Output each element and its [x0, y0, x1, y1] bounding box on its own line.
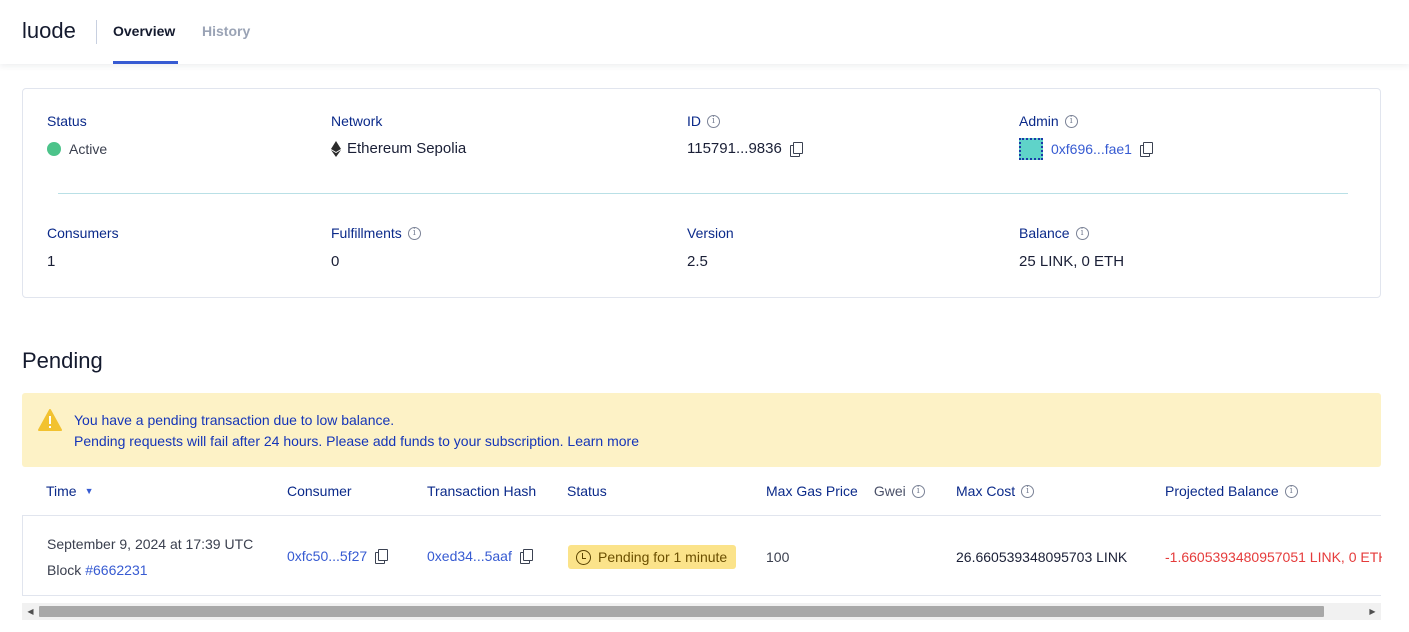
column-header-max-gas-price: Max Gas Price Gwei i: [766, 483, 925, 499]
low-balance-alert: You have a pending transaction due to lo…: [22, 393, 1381, 467]
alert-detail: Pending requests will fail after 24 hour…: [74, 433, 639, 449]
fulfillments-label: Fulfillments i: [331, 225, 421, 241]
status-value: Active: [47, 141, 107, 157]
column-header-time[interactable]: Time ▼: [46, 483, 94, 499]
version-label: Version: [687, 225, 734, 241]
horizontal-scrollbar[interactable]: ◀ ▶: [22, 603, 1381, 620]
info-icon[interactable]: i: [707, 114, 720, 128]
card-divider: [58, 193, 1348, 194]
network-value: Ethereum Sepolia: [331, 140, 466, 157]
sort-descending-icon[interactable]: ▼: [85, 486, 94, 496]
block-link[interactable]: #6662231: [85, 562, 147, 578]
row-max-gas-price: 100: [766, 549, 790, 565]
admin-avatar: [1019, 138, 1043, 160]
scroll-right-arrow-icon[interactable]: ▶: [1364, 603, 1381, 620]
scroll-left-arrow-icon[interactable]: ◀: [22, 603, 39, 620]
consumers-value: 1: [47, 253, 56, 270]
row-projected-balance: -1.6605393480957051 LINK, 0 ETH: [1165, 549, 1382, 565]
consumers-label: Consumers: [47, 225, 119, 241]
admin-label: Admin i: [1019, 113, 1078, 129]
admin-address-link[interactable]: 0xf696...fae1: [1051, 141, 1132, 157]
info-icon[interactable]: i: [407, 226, 421, 240]
row-time: September 9, 2024 at 17:39 UTC: [47, 536, 254, 552]
balance-value: 25 LINK, 0 ETH: [1019, 253, 1125, 270]
info-icon[interactable]: i: [1064, 114, 1078, 128]
copy-consumer-icon[interactable]: [375, 549, 389, 564]
scrollbar-thumb[interactable]: [39, 606, 1324, 617]
fulfillments-value: 0: [331, 253, 340, 270]
subscription-name: luode: [22, 18, 76, 43]
balance-label: Balance i: [1019, 225, 1089, 241]
consumer-address-link[interactable]: 0xfc50...5f27: [287, 548, 367, 564]
gas-unit-label: Gwei: [873, 483, 906, 499]
top-header: luode Overview History: [0, 0, 1409, 64]
info-icon[interactable]: i: [1075, 226, 1089, 240]
column-header-status: Status: [567, 483, 607, 499]
active-tab-indicator: [113, 61, 178, 64]
row-consumer: 0xfc50...5f27: [287, 548, 389, 564]
row-block: Block #6662231: [47, 562, 148, 578]
clock-icon: [576, 549, 591, 565]
column-header-consumer: Consumer: [287, 483, 352, 499]
id-label: ID i: [687, 113, 720, 129]
column-header-projected-balance: Projected Balance i: [1165, 483, 1298, 499]
info-icon[interactable]: i: [1284, 484, 1298, 498]
copy-transaction-hash-icon[interactable]: [519, 549, 533, 564]
subscription-summary-card: Status Active Network Ethereum Sepolia I…: [22, 88, 1381, 298]
header-divider: [96, 20, 97, 44]
tab-overview[interactable]: Overview: [113, 23, 175, 39]
status-badge: Pending for 1 minute: [568, 545, 737, 569]
copy-id-icon[interactable]: [789, 141, 803, 157]
info-icon[interactable]: i: [1021, 484, 1035, 498]
id-value: 115791...9836: [687, 140, 803, 157]
table-row: September 9, 2024 at 17:39 UTC Block #66…: [22, 515, 1382, 596]
row-transaction-hash: 0xed34...5aaf: [427, 548, 533, 564]
column-header-transaction-hash: Transaction Hash: [427, 483, 537, 499]
status-active-dot: [47, 142, 61, 156]
copy-admin-icon[interactable]: [1139, 142, 1153, 157]
info-icon[interactable]: i: [911, 484, 925, 498]
warning-icon: [38, 409, 62, 431]
tab-history[interactable]: History: [202, 23, 250, 39]
admin-value: 0xf696...fae1: [1019, 138, 1153, 160]
row-max-cost: 26.660539348095703 LINK: [956, 549, 1128, 565]
version-value: 2.5: [687, 253, 708, 270]
column-header-max-cost: Max Cost i: [956, 483, 1035, 499]
status-label: Status: [47, 113, 87, 129]
alert-message: You have a pending transaction due to lo…: [74, 412, 395, 428]
network-label: Network: [331, 113, 383, 129]
pending-section-title: Pending: [22, 348, 103, 373]
learn-more-link[interactable]: Learn more: [567, 433, 639, 449]
transaction-hash-link[interactable]: 0xed34...5aaf: [427, 548, 512, 564]
ethereum-icon: [331, 140, 341, 157]
